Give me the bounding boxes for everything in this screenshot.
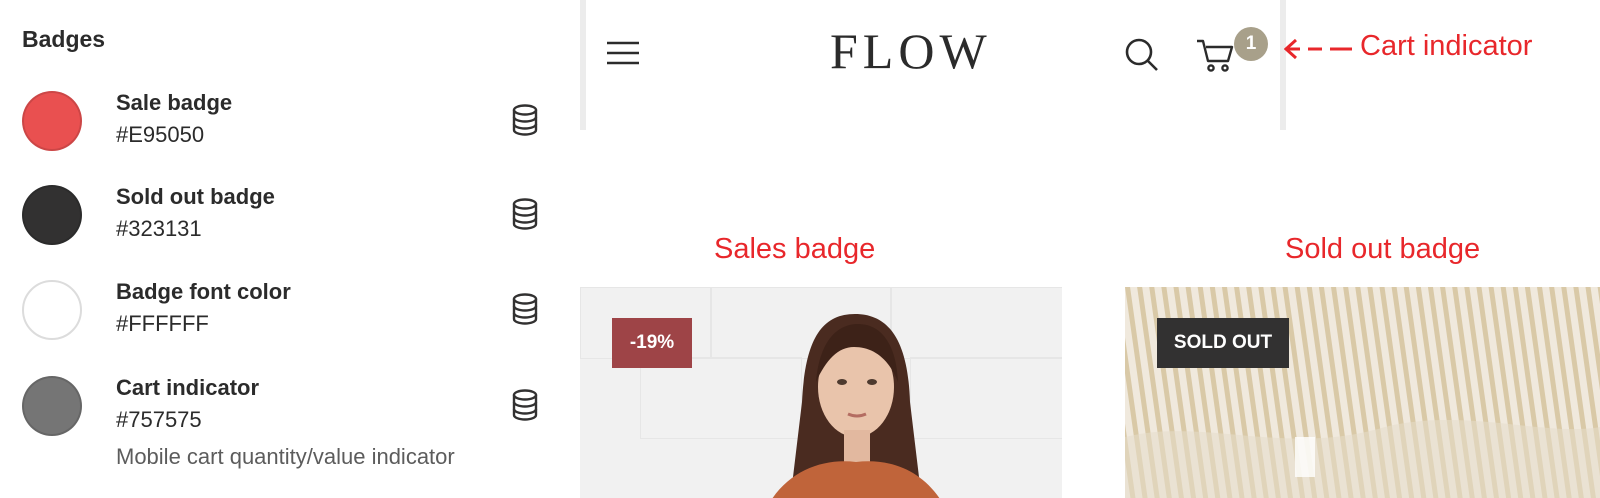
hamburger-menu-icon[interactable]: [607, 40, 639, 66]
setting-hex-value: #757575: [116, 407, 202, 432]
cart-count-badge[interactable]: 1: [1234, 27, 1268, 61]
setting-name: Sold out badge: [116, 184, 275, 209]
preview-frame-right-edge: [1280, 0, 1286, 130]
annotation-arrow: [1284, 38, 1352, 60]
sale-badge: -19%: [612, 318, 692, 368]
setting-hex-value: #E95050: [116, 122, 205, 147]
database-icon[interactable]: [510, 293, 540, 325]
store-logo[interactable]: FLOW: [830, 22, 1030, 80]
setting-row-sale-badge[interactable]: Sale badge #E95050: [0, 90, 560, 181]
database-icon[interactable]: [510, 104, 540, 136]
color-swatch[interactable]: [22, 91, 82, 151]
setting-hex-value: #323131: [116, 216, 202, 241]
setting-name: Badge font color: [116, 279, 291, 304]
database-icon[interactable]: [510, 389, 540, 421]
setting-name: Cart indicator: [116, 375, 260, 400]
setting-row-cart-indicator[interactable]: Cart indicator #757575 Mobile cart quant…: [0, 375, 560, 486]
badges-settings-panel: Badges Sale badge #E95050 Sold out badge…: [0, 0, 560, 498]
color-swatch[interactable]: [22, 185, 82, 245]
annotation-cart-indicator: Cart indicator: [1360, 30, 1533, 62]
product-card-sale[interactable]: -19%: [580, 287, 1062, 498]
setting-hex-value: #FFFFFF: [116, 311, 209, 336]
panel-title: Badges: [22, 26, 106, 52]
search-icon[interactable]: [1124, 37, 1160, 73]
color-swatch[interactable]: [22, 376, 82, 436]
sold-out-badge: SOLD OUT: [1157, 318, 1289, 368]
setting-row-badge-font-color[interactable]: Badge font color #FFFFFF: [0, 279, 560, 370]
color-swatch[interactable]: [22, 280, 82, 340]
cart-icon[interactable]: [1196, 37, 1236, 73]
database-icon[interactable]: [510, 198, 540, 230]
annotation-sold-out-badge: Sold out badge: [1285, 233, 1481, 265]
setting-description: Mobile cart quantity/value indicator: [116, 444, 455, 469]
model-photo: [772, 314, 940, 498]
setting-row-sold-out-badge[interactable]: Sold out badge #323131: [0, 184, 560, 275]
annotation-sales-badge: Sales badge: [714, 233, 876, 265]
product-card-sold-out[interactable]: SOLD OUT: [1125, 287, 1600, 498]
setting-name: Sale badge: [116, 90, 233, 115]
